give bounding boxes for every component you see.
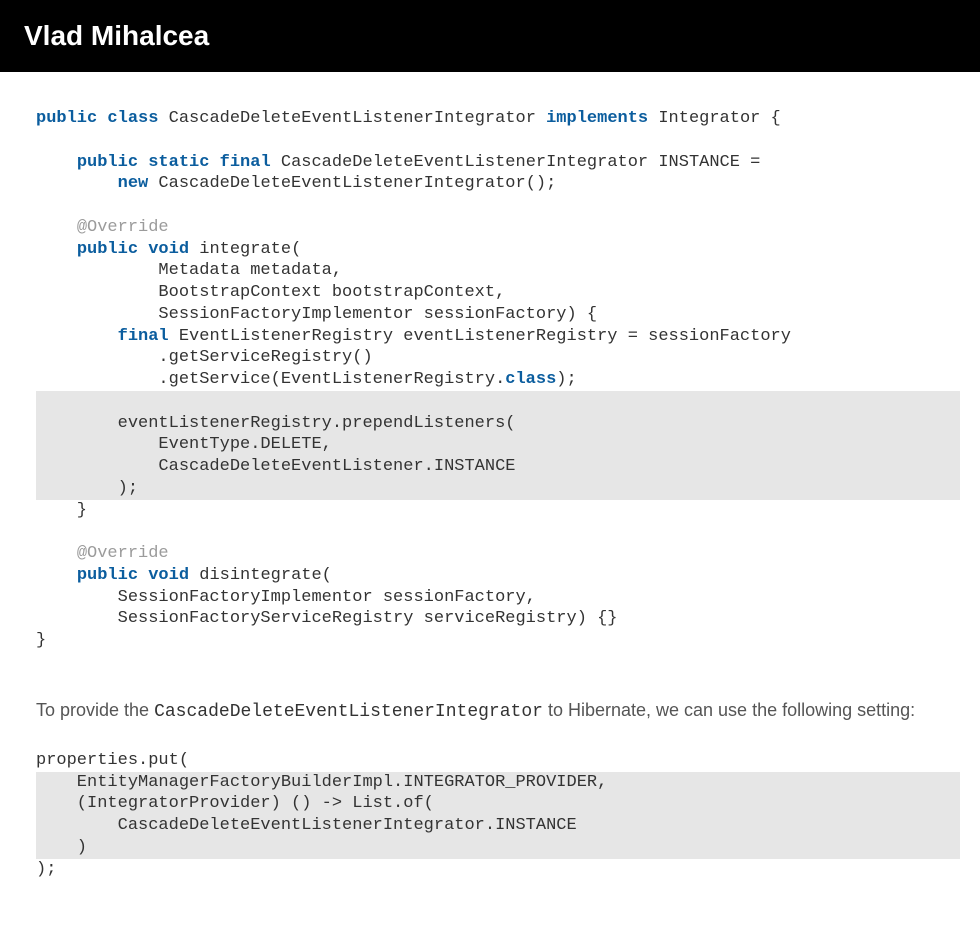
article-content: public class CascadeDeleteEventListenerI…: [0, 72, 980, 900]
code-text: SessionFactoryServiceRegistry serviceReg…: [36, 609, 618, 628]
para-text: To provide the: [36, 700, 154, 720]
highlight-line: EventType.DELETE,: [36, 434, 960, 456]
para-text: to Hibernate, we can use the following s…: [543, 700, 915, 720]
code-text: );: [556, 370, 576, 389]
code-text: }: [36, 631, 46, 650]
inline-code: CascadeDeleteEventListenerIntegrator: [154, 702, 543, 722]
site-header: Vlad Mihalcea: [0, 0, 980, 72]
code-block-2: properties.put( EntityManagerFactoryBuil…: [36, 750, 960, 881]
highlight-line: );: [36, 478, 960, 500]
code-text: [138, 153, 148, 172]
kw-final: final: [118, 327, 169, 346]
code-text: [138, 240, 148, 259]
code-text: SessionFactoryImplementor sessionFactory…: [36, 588, 536, 607]
code-text: Metadata metadata,: [36, 261, 342, 280]
kw-class-literal: class: [505, 370, 556, 389]
paragraph: To provide the CascadeDeleteEventListene…: [36, 700, 960, 722]
code-text: SessionFactoryImplementor sessionFactory…: [36, 305, 597, 324]
kw-public: public: [36, 109, 97, 128]
highlight-line: EntityManagerFactoryBuilderImpl.INTEGRAT…: [36, 772, 960, 794]
code-text: properties.put(: [36, 751, 189, 770]
code-text: [36, 174, 118, 193]
highlight-line: ): [36, 837, 960, 859]
kw-class: class: [107, 109, 158, 128]
code-text: CascadeDeleteEventListenerIntegrator();: [148, 174, 556, 193]
kw-void: void: [148, 240, 189, 259]
highlight-line: [36, 391, 960, 413]
code-text: .getService(EventListenerRegistry.: [36, 370, 505, 389]
highlight-line: CascadeDeleteEventListenerIntegrator.INS…: [36, 815, 960, 837]
annotation-override: @Override: [77, 544, 169, 563]
code-text: }: [36, 501, 87, 520]
annotation-override: @Override: [77, 218, 169, 237]
code-text: CascadeDeleteEventListenerIntegrator: [158, 109, 546, 128]
code-text: [36, 566, 77, 585]
kw-public: public: [77, 240, 138, 259]
code-text: [36, 218, 77, 237]
code-text: [138, 566, 148, 585]
kw-implements: implements: [546, 109, 648, 128]
code-text: integrate(: [189, 240, 301, 259]
kw-void: void: [148, 566, 189, 585]
code-text: disintegrate(: [189, 566, 332, 585]
highlight-line: CascadeDeleteEventListener.INSTANCE: [36, 456, 960, 478]
kw-public: public: [77, 153, 138, 172]
code-text: EventListenerRegistry eventListenerRegis…: [169, 327, 791, 346]
highlight-line: eventListenerRegistry.prependListeners(: [36, 413, 960, 435]
code-text: );: [36, 860, 56, 879]
code-block-1: public class CascadeDeleteEventListenerI…: [36, 108, 960, 652]
code-text: BootstrapContext bootstrapContext,: [36, 283, 505, 302]
code-text: [36, 240, 77, 259]
code-text: CascadeDeleteEventListenerIntegrator INS…: [271, 153, 761, 172]
code-text: Integrator {: [648, 109, 781, 128]
code-text: [36, 153, 77, 172]
kw-public: public: [77, 566, 138, 585]
kw-new: new: [118, 174, 149, 193]
kw-final: final: [220, 153, 271, 172]
highlight-line: (IntegratorProvider) () -> List.of(: [36, 793, 960, 815]
code-text: [36, 544, 77, 563]
code-text: .getServiceRegistry(): [36, 348, 373, 367]
site-title: Vlad Mihalcea: [24, 20, 209, 51]
code-text: [36, 327, 118, 346]
code-text: [209, 153, 219, 172]
kw-static: static: [148, 153, 209, 172]
